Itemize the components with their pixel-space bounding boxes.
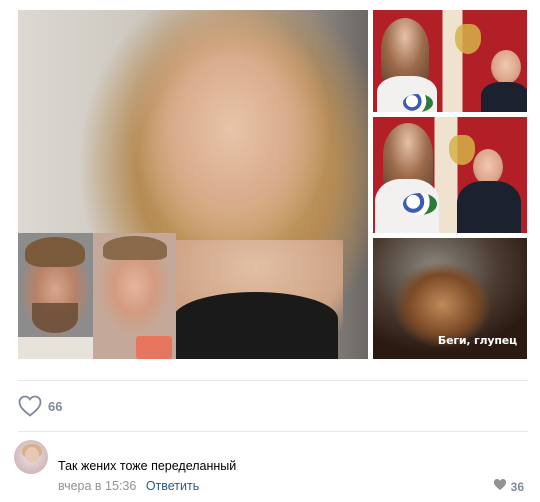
meme-caption: Беги, глупец [437,334,517,347]
divider [18,380,528,381]
bouquet [403,94,433,112]
post-like-count: 66 [48,398,63,414]
main-photo-shirt [173,292,338,359]
post-card: Беги, глупец 66 Так жених тоже переделан… [0,0,540,502]
photo-meme[interactable]: Беги, глупец [373,238,527,359]
bouquet [403,193,437,215]
groom [473,149,503,185]
photo-wedding-2[interactable] [373,117,527,233]
comment-meta: вчера в 15:36 Ответить [58,479,199,493]
coat-of-arms-icon [455,24,481,54]
groom [491,50,521,84]
reply-button[interactable]: Ответить [146,479,199,493]
comment-text: Так жених тоже переделанный [58,459,237,473]
heart-filled-icon [493,478,507,496]
bride [381,18,429,80]
inset-photo-young-man [93,233,176,359]
comment-like-count: 36 [510,480,524,494]
phone-case [136,336,172,359]
inset-photo-bearded-man [18,233,93,359]
photo-wedding-1[interactable] [373,10,527,112]
photo-main[interactable] [18,10,368,359]
divider [18,431,528,432]
comment-like-button[interactable]: 36 [493,478,524,496]
coat-of-arms-icon [449,135,475,165]
bride [383,123,433,187]
comment-timestamp[interactable]: вчера в 15:36 [58,479,136,493]
avatar[interactable] [14,440,48,474]
post-like-button[interactable]: 66 [18,393,62,419]
heart-outline-icon [18,395,42,417]
